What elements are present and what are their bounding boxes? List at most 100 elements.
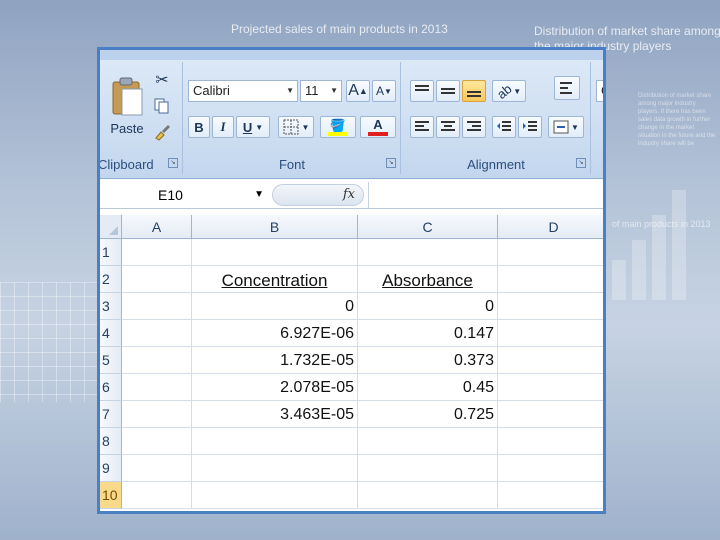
paste-button[interactable]: Paste [104, 70, 150, 142]
cell-d3[interactable] [498, 293, 603, 320]
italic-label: I [220, 119, 226, 134]
align-middle-button[interactable] [436, 80, 460, 102]
number-group: G [592, 62, 603, 174]
font-color-button[interactable]: A [360, 116, 396, 138]
font-name-select[interactable]: Calibri ▼ [188, 80, 298, 102]
cell-a2[interactable] [122, 266, 192, 293]
insert-function-button[interactable]: fx [343, 187, 355, 202]
shrink-font-button[interactable]: A ▼ [372, 80, 396, 102]
cell-a10[interactable] [122, 482, 192, 509]
row-header-5[interactable]: 5 [100, 347, 122, 374]
name-box-value: E10 [158, 187, 183, 203]
column-header-a[interactable]: A [122, 215, 192, 239]
copy-button[interactable] [152, 96, 172, 116]
align-bottom-button[interactable] [462, 80, 486, 102]
row-header-3[interactable]: 3 [100, 293, 122, 320]
decrease-indent-button[interactable] [492, 116, 516, 138]
row-header-6[interactable]: 6 [100, 374, 122, 401]
cell-b7[interactable]: 3.463E-05 [192, 401, 358, 428]
cell-d9[interactable] [498, 455, 603, 482]
cell-c10[interactable] [358, 482, 498, 509]
column-header-c[interactable]: C [358, 215, 498, 239]
cell-d2[interactable] [498, 266, 603, 293]
chevron-down-icon: ▼ [330, 86, 338, 95]
cell-b6[interactable]: 2.078E-05 [192, 374, 358, 401]
alignment-group-label: Alignment [467, 157, 525, 172]
cell-a8[interactable] [122, 428, 192, 455]
italic-button[interactable]: I [212, 116, 234, 138]
align-top-button[interactable] [410, 80, 434, 102]
ribbon-tab-strip[interactable] [100, 50, 603, 60]
cell-d10[interactable] [498, 482, 603, 509]
alignment-dialog-launcher[interactable]: ↘ [576, 158, 586, 168]
decrease-indent-icon [497, 121, 511, 131]
font-dialog-launcher[interactable]: ↘ [386, 158, 396, 168]
cell-b9[interactable] [192, 455, 358, 482]
cell-c8[interactable] [358, 428, 498, 455]
cell-d6[interactable] [498, 374, 603, 401]
cell-a3[interactable] [122, 293, 192, 320]
font-color-swatch [368, 132, 388, 136]
select-all-button[interactable] [100, 215, 122, 239]
cell-a6[interactable] [122, 374, 192, 401]
orientation-button[interactable]: ab ▼ [492, 80, 526, 102]
cell-a1[interactable] [122, 239, 192, 266]
row-header-2[interactable]: 2 [100, 266, 122, 293]
cut-button[interactable]: ✂ [152, 70, 172, 90]
cell-b5[interactable]: 1.732E-05 [192, 347, 358, 374]
ribbon: Paste ✂ Clipboard ↘ Calibri ▼ 11 ▼ A ▲ A… [100, 50, 603, 179]
cell-a5[interactable] [122, 347, 192, 374]
column-header-d[interactable]: D [498, 215, 603, 239]
row-header-9[interactable]: 9 [100, 455, 122, 482]
row-header-1[interactable]: 1 [100, 239, 122, 266]
cell-d7[interactable] [498, 401, 603, 428]
excel-window: Paste ✂ Clipboard ↘ Calibri ▼ 11 ▼ A ▲ A… [97, 47, 606, 514]
cell-d8[interactable] [498, 428, 603, 455]
clipboard-dialog-launcher[interactable]: ↘ [168, 158, 178, 168]
increase-indent-button[interactable] [518, 116, 542, 138]
grow-font-button[interactable]: A ▲ [346, 80, 370, 102]
bold-button[interactable]: B [188, 116, 210, 138]
name-box[interactable]: E10 ▼ [100, 183, 270, 207]
font-group: Calibri ▼ 11 ▼ A ▲ A ▼ B I U ▼ ▼ 🪣 A Fon… [184, 62, 401, 174]
number-format-select[interactable]: G [596, 80, 603, 102]
merge-center-button[interactable]: ▼ [548, 116, 584, 138]
cell-c1[interactable] [358, 239, 498, 266]
format-painter-button[interactable] [152, 122, 172, 142]
cell-b10[interactable] [192, 482, 358, 509]
column-header-b[interactable]: B [192, 215, 358, 239]
wrap-text-button[interactable] [554, 76, 580, 100]
align-left-button[interactable] [410, 116, 434, 138]
cell-b4[interactable]: 6.927E-06 [192, 320, 358, 347]
fill-color-button[interactable]: 🪣 [320, 116, 356, 138]
font-size-select[interactable]: 11 ▼ [300, 80, 342, 102]
formula-controls: fx [272, 184, 364, 206]
cell-c5[interactable]: 0.373 [358, 347, 498, 374]
cell-b3[interactable]: 0 [192, 293, 358, 320]
formula-input[interactable] [368, 182, 603, 208]
cell-a7[interactable] [122, 401, 192, 428]
cell-c4[interactable]: 0.147 [358, 320, 498, 347]
cell-a4[interactable] [122, 320, 192, 347]
cell-b8[interactable] [192, 428, 358, 455]
row-header-8[interactable]: 8 [100, 428, 122, 455]
cell-c6[interactable]: 0.45 [358, 374, 498, 401]
row-header-10[interactable]: 10 [100, 482, 122, 509]
underline-button[interactable]: U ▼ [236, 116, 270, 138]
cell-c9[interactable] [358, 455, 498, 482]
cell-c7[interactable]: 0.725 [358, 401, 498, 428]
row-header-4[interactable]: 4 [100, 320, 122, 347]
row-header-7[interactable]: 7 [100, 401, 122, 428]
cell-d4[interactable] [498, 320, 603, 347]
align-right-button[interactable] [462, 116, 486, 138]
align-center-button[interactable] [436, 116, 460, 138]
cell-c2-absorbance-header[interactable]: Absorbance [358, 266, 498, 293]
cell-c3[interactable]: 0 [358, 293, 498, 320]
borders-button[interactable]: ▼ [278, 116, 314, 138]
cell-b2-concentration-header[interactable]: Concentration [192, 266, 358, 293]
align-middle-icon [441, 88, 455, 94]
cell-d1[interactable] [498, 239, 603, 266]
cell-b1[interactable] [192, 239, 358, 266]
cell-a9[interactable] [122, 455, 192, 482]
cell-d5[interactable] [498, 347, 603, 374]
